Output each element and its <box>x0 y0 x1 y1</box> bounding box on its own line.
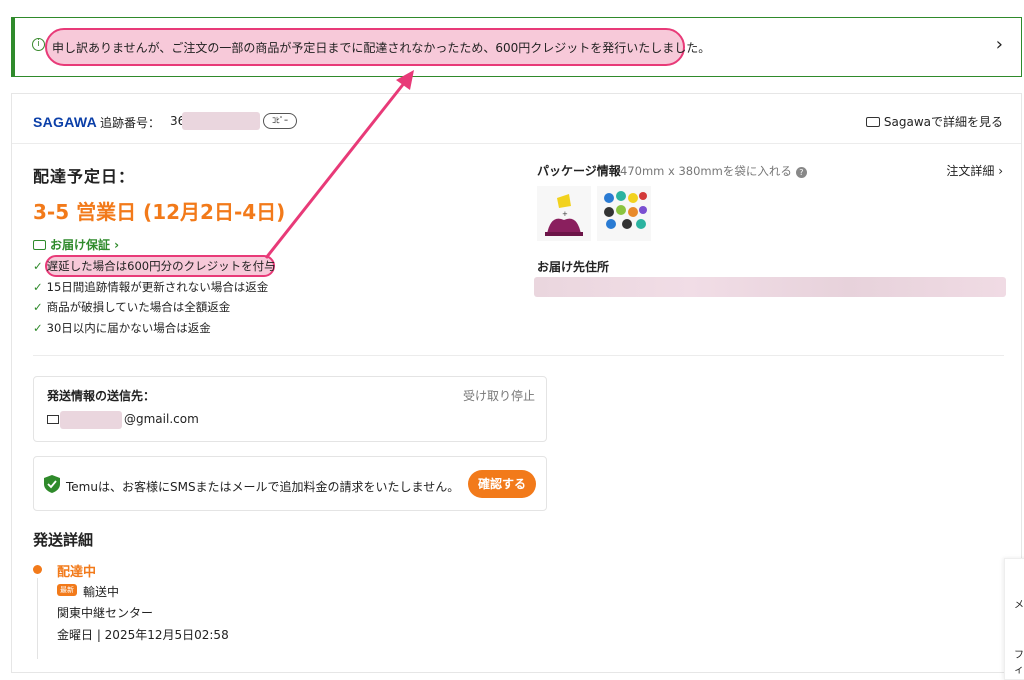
info-icon: i <box>32 38 45 51</box>
carrier-logo: SAGAWA <box>33 114 98 130</box>
product-thumbnail[interactable] <box>597 186 651 241</box>
list-item: ✓ 30日以内に届かない場合は返金 <box>33 320 211 335</box>
shield-check-icon <box>44 475 60 493</box>
list-item: ✓ 遅延した場合は600円分のクレジットを付与 <box>33 259 276 273</box>
notification-box <box>33 376 547 442</box>
side-panel-label: フィ <box>1014 650 1024 676</box>
latest-badge: 最新 <box>57 584 77 596</box>
package-label: パッケージ情報 <box>537 164 621 178</box>
banner-message: 申し訳ありませんが、ご注文の一部の商品が予定日までに配達されなかったため、600… <box>52 41 711 55</box>
side-panel-label: メ <box>1014 600 1024 611</box>
mail-icon <box>47 415 59 424</box>
delivery-label: 配達予定日： <box>33 167 136 186</box>
shipping-datetime: 金曜日 | 2025年12月5日02:58 <box>57 628 229 642</box>
confirm-button[interactable]: 確認する <box>468 470 536 498</box>
shipping-status: 配達中 <box>57 565 97 580</box>
notification-banner[interactable]: i 申し訳ありませんが、ご注文の一部の商品が予定日までに配達されなかったため、6… <box>11 17 1022 77</box>
order-details-link[interactable]: 注文詳細 › <box>946 162 1003 179</box>
sms-notice-text: Temuは、お客様にSMSまたはメールで追加料金の請求をいたしません。 <box>66 480 460 494</box>
delivery-date: 3-5 営業日 (12月2日-4日) <box>33 200 286 224</box>
tracking-number-redacted <box>182 112 260 130</box>
list-item: ✓ 商品が破損していた場合は全額返金 <box>33 300 231 314</box>
shipping-title: 発送詳細 <box>33 531 94 549</box>
address-redacted <box>534 277 1006 297</box>
product-thumbnail[interactable]: + <box>537 186 591 241</box>
help-icon[interactable]: ? <box>795 167 807 178</box>
check-icon: ✓ <box>33 300 43 314</box>
copy-button[interactable]: ｺﾋﾟｰ <box>263 113 297 129</box>
unsubscribe-link[interactable]: 受け取り停止 <box>463 387 535 404</box>
check-icon: ✓ <box>33 320 43 335</box>
email-redacted <box>60 411 122 429</box>
carrier-details-link[interactable]: Sagawaで詳細を見る <box>865 113 1003 130</box>
truck-icon <box>865 117 880 127</box>
check-icon: ✓ <box>33 279 43 294</box>
timeline-dot <box>33 565 42 574</box>
divider <box>12 143 1021 144</box>
divider <box>33 355 1004 356</box>
notification-label: 発送情報の送信先： <box>47 389 156 403</box>
email-address: @gmail.com <box>124 412 199 426</box>
svg-text:+: + <box>562 210 568 218</box>
truck-icon <box>33 240 46 250</box>
check-icon: ✓ <box>33 259 43 273</box>
shipping-location: 関東中継センター <box>57 606 154 620</box>
chevron-right-icon[interactable]: › <box>996 34 1003 55</box>
guarantee-list: ✓ 遅延した場合は600円分のクレジットを付与 ✓ 15日間追跡情報が更新されない場… <box>33 258 276 340</box>
guarantee-title: お届け保証 › <box>50 238 120 252</box>
address-label: お届け先住所 <box>537 260 610 274</box>
timeline-line <box>37 578 38 659</box>
guarantee-link[interactable]: お届け保証 › <box>33 236 119 253</box>
carrier-details-label: Sagawaで詳細を見る <box>883 115 1003 129</box>
tracking-label: 追跡番号： <box>100 116 161 130</box>
list-item: ✓ 15日間追跡情報が更新されない場合は返金 <box>33 279 269 294</box>
shipping-event: 輸送中 <box>83 585 120 599</box>
package-description: 470mm x 380mmを袋に入れる? <box>620 163 807 179</box>
